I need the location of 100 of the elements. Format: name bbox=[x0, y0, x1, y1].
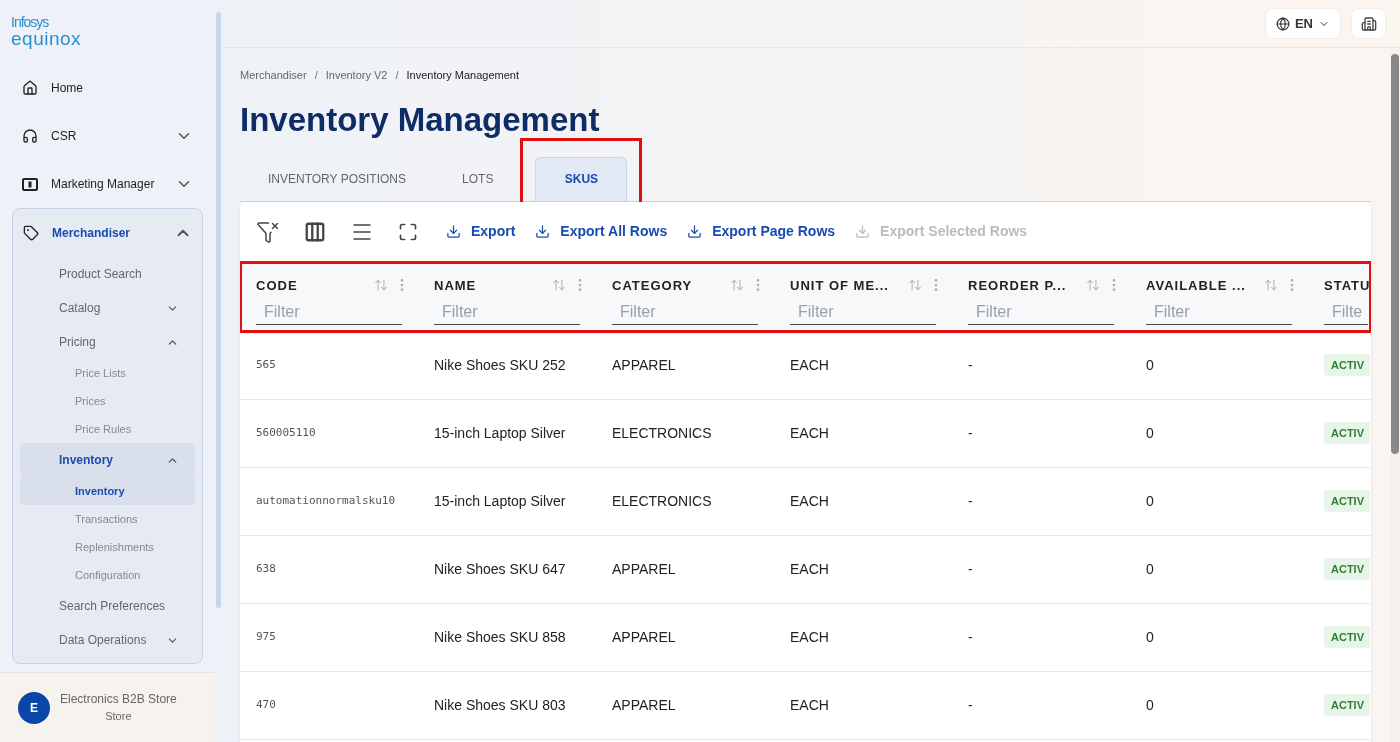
table-cell-text: EACH bbox=[790, 627, 829, 647]
status-badge: ACTIV bbox=[1324, 693, 1370, 717]
column-header[interactable]: UNIT OF ME... bbox=[790, 275, 889, 295]
column-header[interactable]: STATU bbox=[1324, 275, 1370, 295]
table-cell-text: Nike Shoes SKU 647 bbox=[434, 559, 566, 579]
column-header[interactable]: CODE bbox=[256, 275, 298, 295]
status-badge: ACTIV bbox=[1324, 489, 1370, 513]
home-icon bbox=[22, 80, 38, 96]
sort-icon[interactable] bbox=[1264, 278, 1278, 293]
table-cell-text: 975 bbox=[256, 628, 276, 645]
column-header[interactable]: AVAILABLE ... bbox=[1146, 275, 1246, 295]
table-cell-text: EACH bbox=[790, 559, 829, 579]
tag-icon bbox=[23, 225, 39, 241]
sidebar-subitem[interactable]: Inventory bbox=[20, 477, 195, 505]
filter-field[interactable]: Filter bbox=[612, 299, 758, 325]
breadcrumb-link[interactable]: Merchandiser bbox=[240, 67, 307, 84]
clear-filter-icon[interactable] bbox=[256, 219, 280, 244]
globe-icon bbox=[1275, 16, 1290, 31]
filter-field[interactable]: Filter bbox=[968, 299, 1114, 325]
column-header[interactable]: REORDER P... bbox=[968, 275, 1067, 295]
table-cell-text: Nike Shoes SKU 252 bbox=[434, 355, 566, 375]
store-name: Electronics B2B Store bbox=[60, 691, 177, 709]
sort-icon[interactable] bbox=[908, 278, 922, 293]
sidebar-subitem[interactable]: Catalog bbox=[20, 291, 195, 325]
sidebar-item[interactable]: Marketing Manager bbox=[12, 160, 203, 208]
sidebar-item[interactable]: Home bbox=[12, 64, 203, 112]
table-cell-text: ELECTRONICS bbox=[612, 491, 712, 511]
download-icon bbox=[855, 224, 871, 239]
table-cell-text: EACH bbox=[790, 423, 829, 443]
columns-icon[interactable] bbox=[304, 220, 326, 243]
filter-field[interactable]: Filter bbox=[790, 299, 936, 325]
column-header[interactable]: CATEGORY bbox=[612, 275, 693, 295]
status-badge: ACTIV bbox=[1324, 557, 1370, 581]
download-icon bbox=[446, 224, 461, 239]
table-cell-text: - bbox=[968, 355, 973, 375]
table-cell-text: - bbox=[968, 423, 973, 443]
table-cell-text: APPAREL bbox=[612, 355, 676, 375]
export-button[interactable]: Export All Rows bbox=[535, 221, 668, 242]
export-button[interactable]: Export bbox=[446, 221, 516, 242]
table-row[interactable]: automationnormalsku10 15-inch Laptop Silver ELECTRONICS EACH - 0 ACTIV bbox=[240, 467, 1371, 536]
sort-icon[interactable] bbox=[374, 278, 388, 293]
status-badge: ACTIV bbox=[1324, 353, 1370, 377]
table-row[interactable]: 975 Nike Shoes SKU 858 APPAREL EACH - 0 ACTIV bbox=[240, 603, 1371, 672]
status-badge: ACTIV bbox=[1324, 625, 1370, 649]
table-cell-text: EACH bbox=[790, 355, 829, 375]
filter-field[interactable]: Filter bbox=[256, 299, 402, 325]
filter-field[interactable]: Filter bbox=[434, 299, 580, 325]
export-button[interactable]: Export Page Rows bbox=[687, 221, 836, 242]
building-icon bbox=[1360, 15, 1377, 32]
table-cell-text: 470 bbox=[256, 696, 276, 713]
table-cell-text: APPAREL bbox=[612, 559, 676, 579]
table-cell-text: - bbox=[968, 491, 973, 511]
tab[interactable]: INVENTORY POSITIONS bbox=[254, 156, 421, 201]
table-cell-text: 0 bbox=[1146, 423, 1154, 443]
table-cell-text: 0 bbox=[1146, 627, 1154, 647]
language-button[interactable]: EN bbox=[1264, 8, 1341, 39]
store-switch-button[interactable] bbox=[1351, 8, 1386, 39]
table-cell-text: Nike Shoes SKU 803 bbox=[434, 695, 566, 715]
filter-field[interactable]: Filter bbox=[1146, 299, 1292, 325]
table-cell-text: EACH bbox=[790, 491, 829, 511]
table-row[interactable]: 560005110 15-inch Laptop Silver ELECTRONICS EACH - 0 ACTIV bbox=[240, 399, 1371, 468]
sidebar-subitem[interactable]: Search Preferences bbox=[20, 589, 195, 623]
sort-icon[interactable] bbox=[1086, 278, 1100, 293]
table-row[interactable]: 638 Nike Shoes SKU 647 APPAREL EACH - 0 ACTIV bbox=[240, 535, 1371, 604]
sidebar-subitem[interactable]: Product Search bbox=[20, 257, 195, 291]
table-cell-text: 0 bbox=[1146, 559, 1154, 579]
scrollbar-thumb[interactable] bbox=[1391, 54, 1399, 454]
breadcrumb-separator: / bbox=[395, 68, 399, 83]
banknote-icon bbox=[22, 177, 38, 191]
table-cell-text: 15-inch Laptop Silver bbox=[434, 423, 566, 443]
table-cell-text: EACH bbox=[790, 695, 829, 715]
tab[interactable]: SKUS bbox=[535, 156, 628, 201]
breadcrumb-link[interactable]: Inventory V2 bbox=[325, 67, 388, 84]
table-cell-text: - bbox=[968, 695, 973, 715]
store-avatar[interactable]: E bbox=[18, 691, 50, 724]
sidebar-item[interactable]: CSR bbox=[12, 112, 203, 160]
table-cell-text: 638 bbox=[256, 560, 276, 577]
fullscreen-icon[interactable] bbox=[398, 221, 418, 242]
table-row[interactable]: 470 Nike Shoes SKU 803 APPAREL EACH - 0 ACTIV bbox=[240, 671, 1371, 740]
sidebar-item[interactable]: Merchandiser bbox=[13, 209, 202, 257]
sort-icon[interactable] bbox=[552, 278, 566, 293]
table-cell-text: 15-inch Laptop Silver bbox=[434, 491, 566, 511]
page-title: Inventory Management bbox=[240, 102, 601, 136]
headphones-icon bbox=[22, 128, 38, 144]
scrollbar-thumb[interactable] bbox=[216, 12, 221, 608]
table-cell-text: 0 bbox=[1146, 355, 1154, 375]
table-cell-text: Nike Shoes SKU 858 bbox=[434, 627, 566, 647]
sidebar-subitem[interactable]: Inventory bbox=[20, 443, 195, 477]
table-cell-text: 0 bbox=[1146, 695, 1154, 715]
sort-icon[interactable] bbox=[730, 278, 744, 293]
table-cell-text: 0 bbox=[1146, 491, 1154, 511]
tab[interactable]: LOTS bbox=[448, 156, 508, 201]
table-cell-text: APPAREL bbox=[612, 695, 676, 715]
table-row[interactable]: 565 Nike Shoes SKU 252 APPAREL EACH - 0 ACTIV bbox=[240, 331, 1371, 400]
column-header[interactable]: NAME bbox=[434, 275, 477, 295]
sidebar-subitem[interactable]: Pricing bbox=[20, 325, 195, 359]
filter-field[interactable]: Filte bbox=[1324, 299, 1368, 325]
table-cell-text: automationnormalsku10 bbox=[256, 492, 396, 509]
sidebar-subitem[interactable]: Data Operations bbox=[20, 623, 195, 657]
table-cell-text: ELECTRONICS bbox=[612, 423, 712, 443]
